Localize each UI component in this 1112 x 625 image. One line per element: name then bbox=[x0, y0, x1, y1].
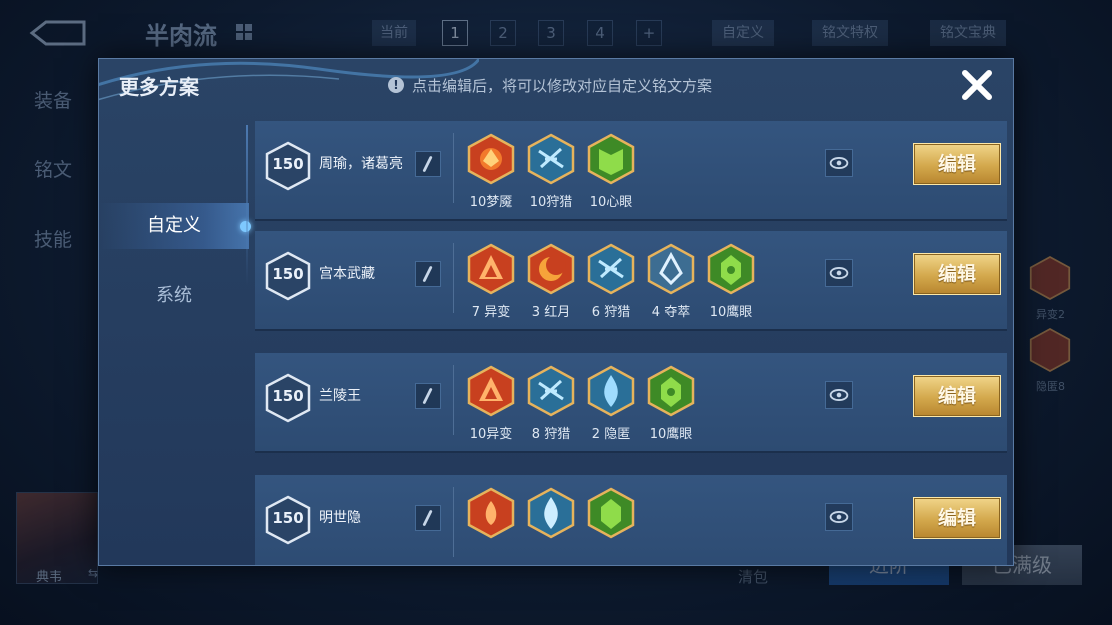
stealth-rune-icon bbox=[587, 365, 635, 417]
custom-button[interactable]: 自定义 bbox=[712, 20, 774, 46]
divider bbox=[453, 487, 454, 557]
green-rune-icon bbox=[587, 487, 635, 539]
current-label: 当前 bbox=[372, 20, 416, 46]
close-icon[interactable] bbox=[957, 65, 997, 105]
page-title: 半肉流 bbox=[145, 22, 217, 50]
rune-label: 10梦魇 bbox=[469, 195, 513, 210]
nav-item-label: 系统 bbox=[156, 285, 192, 306]
scheme-row: 150 宫本武藏 7 异变 3 红月 6 狩猎 4 夺萃 10鹰眼 编辑 bbox=[255, 231, 1007, 331]
dialog-title: 更多方案 bbox=[119, 75, 199, 99]
dream-rune-icon bbox=[467, 133, 515, 185]
slot-button-2[interactable]: 2 bbox=[490, 20, 516, 46]
hero-name: 典韦 bbox=[36, 570, 63, 585]
level-badge-icon bbox=[265, 495, 311, 545]
mind-eye-rune-icon bbox=[587, 133, 635, 185]
nav-item-label: 自定义 bbox=[147, 215, 201, 236]
level-badge-icon bbox=[265, 373, 311, 423]
edit-button[interactable]: 编辑 bbox=[913, 253, 1001, 295]
rune-label: 7 异变 bbox=[471, 305, 511, 320]
mutation-rune-icon bbox=[467, 243, 515, 295]
divider bbox=[453, 133, 454, 203]
rune-privilege-button[interactable]: 铭文特权 bbox=[812, 20, 888, 46]
slot-button-1[interactable]: 1 bbox=[442, 20, 468, 46]
rune-label: 2 隐匿 bbox=[591, 427, 631, 442]
pencil-icon[interactable] bbox=[415, 151, 441, 177]
rune-label: 10狩猎 bbox=[529, 195, 573, 210]
rune-label: 10鹰眼 bbox=[649, 427, 693, 442]
eye-icon[interactable] bbox=[825, 259, 853, 287]
hunt-rune-icon bbox=[527, 365, 575, 417]
scheme-name: 周瑜，诸葛亮 bbox=[319, 156, 403, 172]
right-rune-label-1: 异变2 bbox=[1036, 308, 1065, 321]
dialog-header: 更多方案 ! 点击编辑后，将可以修改对应自定义铭文方案 bbox=[99, 59, 1013, 111]
blue-rune-icon bbox=[527, 487, 575, 539]
hawk-eye-rune-icon bbox=[707, 243, 755, 295]
scheme-name: 明世隐 bbox=[319, 510, 361, 526]
rune-label: 10心眼 bbox=[589, 195, 633, 210]
grid-icon[interactable] bbox=[236, 24, 252, 40]
edit-button[interactable]: 编辑 bbox=[913, 375, 1001, 417]
scheme-row: 150 周瑜，诸葛亮 10梦魇 10狩猎 10心眼 编辑 bbox=[255, 121, 1007, 221]
nav-item-system[interactable]: 系统 bbox=[99, 273, 249, 319]
bottom-text: 清包 bbox=[738, 568, 769, 586]
hint-text: 点击编辑后，将可以修改对应自定义铭文方案 bbox=[412, 77, 713, 95]
level-badge-icon bbox=[265, 251, 311, 301]
edit-button[interactable]: 编辑 bbox=[913, 143, 1001, 185]
side-tab-equipment[interactable]: 装备 bbox=[34, 86, 72, 113]
scheme-name: 宫本武藏 bbox=[319, 266, 375, 282]
scheme-row: 150 明世隐 编辑 bbox=[255, 475, 1007, 565]
rune-label: 10异变 bbox=[469, 427, 513, 442]
nav-divider bbox=[246, 125, 248, 285]
eye-icon[interactable] bbox=[825, 503, 853, 531]
mutation-rune-icon bbox=[467, 365, 515, 417]
rune-label: 3 红月 bbox=[531, 305, 571, 320]
eye-icon[interactable] bbox=[825, 149, 853, 177]
swap-icon[interactable]: ⇆ bbox=[88, 566, 98, 580]
add-slot-button[interactable]: + bbox=[636, 20, 662, 46]
eye-icon[interactable] bbox=[825, 381, 853, 409]
scheme-category-nav: 自定义 系统 bbox=[99, 121, 251, 565]
info-icon: ! bbox=[388, 77, 404, 93]
pencil-icon[interactable] bbox=[415, 505, 441, 531]
right-rune-label-2: 隐匿8 bbox=[1036, 380, 1065, 393]
nav-item-custom[interactable]: 自定义 bbox=[99, 203, 251, 249]
hawk-eye-rune-icon bbox=[647, 365, 695, 417]
divider bbox=[453, 365, 454, 435]
scheme-row: 150 兰陵王 10异变 8 狩猎 2 隐匿 10鹰眼 编辑 bbox=[255, 353, 1007, 453]
scheme-name: 兰陵王 bbox=[319, 388, 361, 404]
more-schemes-dialog: 更多方案 ! 点击编辑后，将可以修改对应自定义铭文方案 自定义 系统 150 周… bbox=[98, 58, 1014, 566]
pencil-icon[interactable] bbox=[415, 383, 441, 409]
divider bbox=[453, 243, 454, 313]
stealth-rune-icon bbox=[1029, 328, 1071, 372]
red-rune-icon bbox=[467, 487, 515, 539]
rune-label: 4 夺萃 bbox=[651, 305, 691, 320]
level-badge-icon bbox=[265, 141, 311, 191]
hunt-rune-icon bbox=[527, 133, 575, 185]
rune-label: 8 狩猎 bbox=[531, 427, 571, 442]
side-tab-skill[interactable]: 技能 bbox=[34, 225, 72, 252]
slot-button-3[interactable]: 3 bbox=[538, 20, 564, 46]
pencil-icon[interactable] bbox=[415, 261, 441, 287]
back-arrow-icon[interactable] bbox=[28, 18, 88, 48]
scheme-list[interactable]: 150 周瑜，诸葛亮 10梦魇 10狩猎 10心眼 编辑 150 宫本武藏 7 … bbox=[255, 121, 1011, 565]
hunt-rune-icon bbox=[587, 243, 635, 295]
rune-label: 10鹰眼 bbox=[709, 305, 753, 320]
edit-button[interactable]: 编辑 bbox=[913, 497, 1001, 539]
red-moon-rune-icon bbox=[527, 243, 575, 295]
slot-button-4[interactable]: 4 bbox=[587, 20, 613, 46]
rune-codex-label: 铭文宝典 bbox=[940, 25, 996, 41]
plunder-rune-icon bbox=[647, 243, 695, 295]
side-tab-rune[interactable]: 铭文 bbox=[34, 155, 72, 182]
mutation-rune-icon bbox=[1029, 256, 1071, 300]
rune-label: 6 狩猎 bbox=[591, 305, 631, 320]
rune-privilege-label: 铭文特权 bbox=[822, 25, 878, 41]
rune-codex-button[interactable]: 铭文宝典 bbox=[930, 20, 1006, 46]
